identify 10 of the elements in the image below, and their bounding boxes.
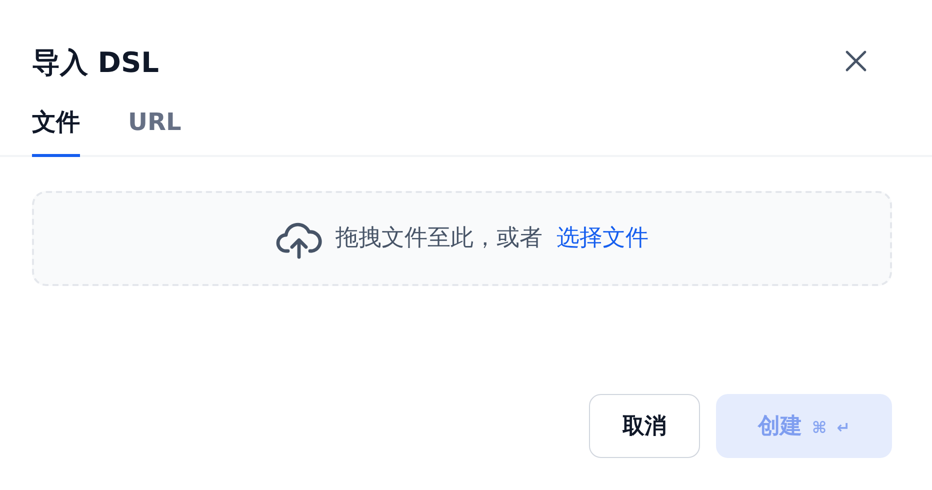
tab[interactable]: 文件 <box>32 104 80 157</box>
close-icon <box>844 48 868 73</box>
tab[interactable]: URL <box>128 104 182 157</box>
dialog-title: 导入 DSL <box>32 46 159 80</box>
shortcut-key: ↵ <box>836 418 850 436</box>
choose-file-link[interactable]: 选择文件 <box>556 221 648 256</box>
shortcut-key: ⌘ <box>812 418 827 436</box>
drop-zone[interactable]: 拖拽文件至此，或者 选择文件 <box>32 191 892 286</box>
cancel-button[interactable]: 取消 <box>589 394 700 458</box>
drop-hint: 拖拽文件至此，或者 <box>336 224 542 254</box>
